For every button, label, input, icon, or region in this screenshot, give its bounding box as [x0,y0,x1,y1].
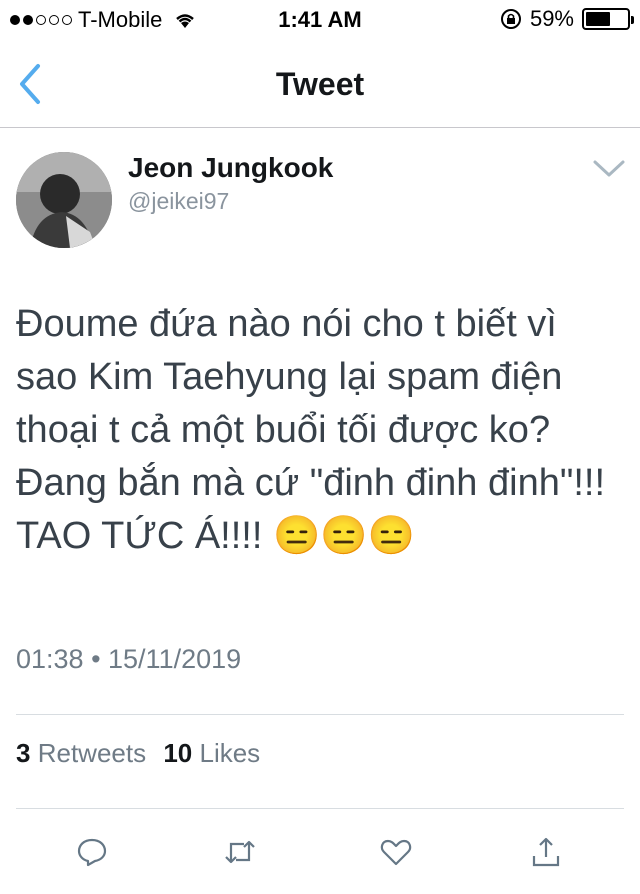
page-title: Tweet [275,66,365,102]
divider [16,808,624,809]
battery-percent: 59% [529,6,574,31]
avatar-image [16,152,112,248]
like-button[interactable] [380,836,420,876]
action-bar [0,830,640,880]
battery-icon [582,8,634,30]
more-options-button[interactable] [592,154,626,182]
retweet-button[interactable] [224,836,264,876]
likes-label[interactable]: Likes [199,738,260,768]
reply-button[interactable] [76,836,116,876]
status-right: 59% [500,6,634,32]
divider [16,714,624,715]
rotation-lock-icon [500,9,521,29]
reply-icon [77,838,107,867]
retweet-icon [225,840,255,864]
retweets-label[interactable]: Retweets [38,738,146,768]
avatar[interactable] [16,152,112,248]
tweet-timestamp: 01:38 • 15/11/2019 [16,644,242,674]
likes-count[interactable]: 10 [163,738,192,768]
user-handle[interactable]: @jeikei97 [128,188,229,215]
share-icon [532,837,560,867]
status-bar: T-Mobile 1:41 AM 59% [0,0,640,40]
chevron-down-icon [593,160,625,177]
tweet-text: Đoume đứa nào nói cho t biết vì sao Kim … [16,303,605,557]
share-button[interactable] [530,836,570,876]
nav-bar: Tweet [0,40,640,128]
tweet-stats: 3 Retweets 10 Likes [16,738,270,769]
retweets-count[interactable]: 3 [16,738,30,768]
display-name[interactable]: Jeon Jungkook [128,152,333,184]
heart-icon [380,839,412,866]
